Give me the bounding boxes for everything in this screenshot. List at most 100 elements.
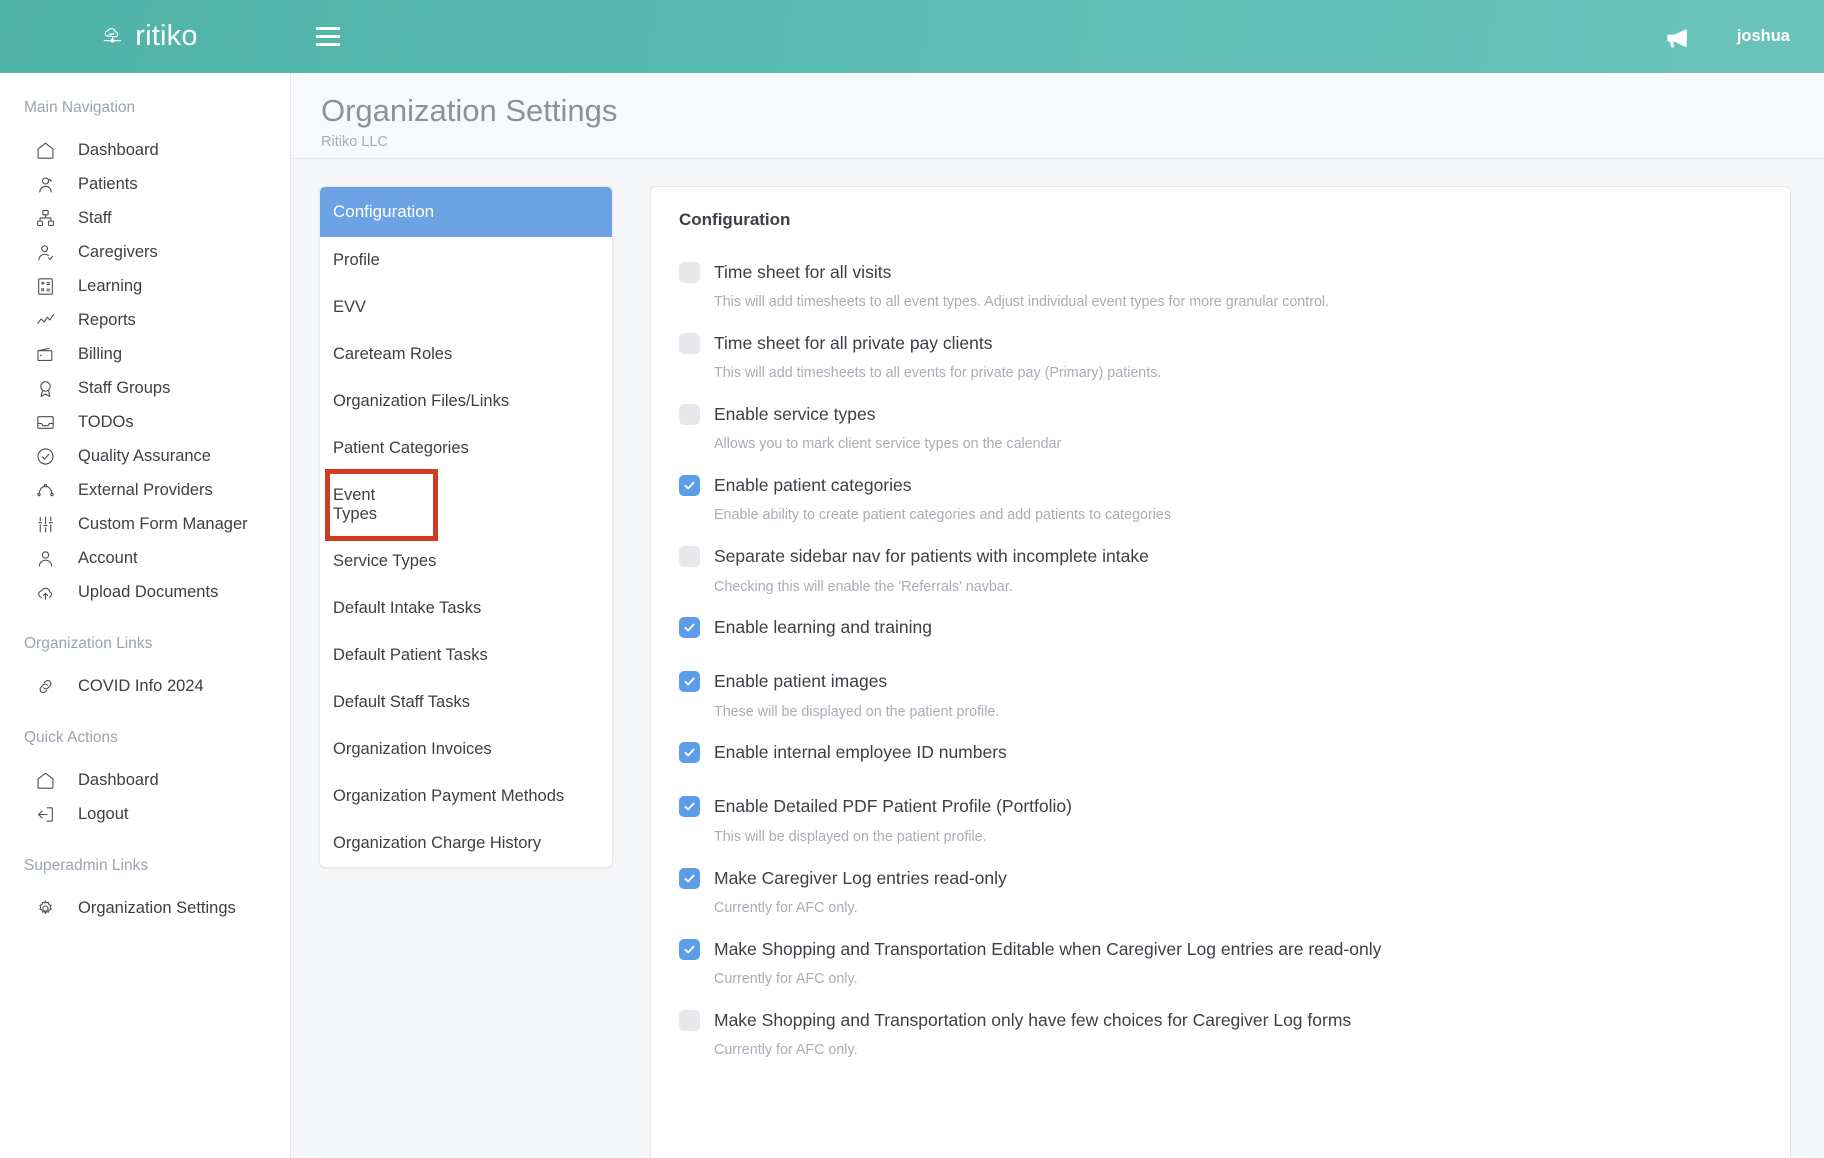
settings-nav-item-careteam-roles[interactable]: Careteam Roles (320, 331, 612, 378)
user-icon (34, 547, 56, 569)
checkbox-enable-detailed-pdf-patient-profile-portfolio[interactable] (679, 796, 700, 818)
checkbox-enable-service-types[interactable] (679, 403, 700, 425)
top-header-bar: ritiko joshua (0, 0, 1824, 73)
sidebar-item-caregivers[interactable]: Caregivers (0, 235, 290, 269)
settings-nav-item-organization-charge-history[interactable]: Organization Charge History (320, 820, 612, 867)
sidebar-item-reports[interactable]: Reports (0, 303, 290, 337)
sidebar-item-billing[interactable]: Billing (0, 337, 290, 371)
sidebar-item-upload-documents[interactable]: Upload Documents (0, 575, 290, 609)
sidebar-item-label: Dashboard (78, 770, 159, 789)
sidebar-item-organization-settings[interactable]: Organization Settings (0, 891, 290, 925)
config-option-description: Currently for AFC only. (714, 1042, 858, 1059)
config-option-row-make-shopping-and-transportation-only-have-few-c[interactable]: Make Shopping and Transportation only ha… (679, 1005, 1762, 1035)
sidebar-section-heading: Quick Actions (24, 729, 118, 746)
settings-nav-item-evv[interactable]: EVV (320, 284, 612, 331)
settings-nav-item-label: Default Staff Tasks (333, 693, 470, 711)
brand-logo-area[interactable]: ritiko (0, 0, 291, 73)
config-option-description: Enable ability to create patient categor… (714, 507, 1172, 524)
settings-nav-item-patient-categories[interactable]: Patient Categories (320, 425, 612, 472)
sidebar-item-learning[interactable]: Learning (0, 269, 290, 303)
settings-nav-item-label: Default Intake Tasks (333, 599, 482, 617)
patients-icon (34, 173, 56, 195)
check-circle-icon (34, 445, 56, 467)
checkbox-enable-internal-employee-id-numbers[interactable] (679, 742, 700, 764)
sidebar-item-staff-groups[interactable]: Staff Groups (0, 371, 290, 405)
settings-nav-item-organization-payment-methods[interactable]: Organization Payment Methods (320, 773, 612, 820)
sidebar-item-patients[interactable]: Patients (0, 167, 290, 201)
config-option-row-enable-learning-and-training[interactable]: Enable learning and training (679, 613, 1762, 643)
sidebar-item-dashboard[interactable]: Dashboard (0, 763, 290, 797)
config-option-label: Enable patient images (714, 671, 888, 692)
config-option-row-enable-patient-images[interactable]: Enable patient images (679, 667, 1762, 697)
megaphone-icon[interactable] (1664, 25, 1691, 49)
page-subtitle: Ritiko LLC (321, 133, 388, 150)
config-option-row-separate-sidebar-nav-for-patients-with-incomplet[interactable]: Separate sidebar nav for patients with i… (679, 542, 1762, 572)
sidebar-item-quality-assurance[interactable]: Quality Assurance (0, 439, 290, 473)
config-option-row-time-sheet-for-all-visits[interactable]: Time sheet for all visits (679, 257, 1762, 287)
settings-nav-item-organization-invoices[interactable]: Organization Invoices (320, 726, 612, 773)
link-icon (34, 675, 56, 697)
config-option-description: Checking this will enable the 'Referrals… (714, 578, 1013, 595)
inbox-icon (34, 411, 56, 433)
hamburger-menu-icon[interactable] (316, 24, 342, 50)
home-icon (34, 769, 56, 791)
checkbox-separate-sidebar-nav-for-patients-with-incomplet[interactable] (679, 546, 700, 568)
settings-nav-item-default-staff-tasks[interactable]: Default Staff Tasks (320, 679, 612, 726)
checkbox-make-shopping-and-transportation-only-have-few-c[interactable] (679, 1009, 700, 1031)
config-option-row-make-shopping-and-transportation-editable-when-c[interactable]: Make Shopping and Transportation Editabl… (679, 934, 1762, 964)
sidebar-item-custom-form-manager[interactable]: Custom Form Manager (0, 507, 290, 541)
config-option-row-enable-service-types[interactable]: Enable service types (679, 399, 1762, 429)
settings-nav-item-default-intake-tasks[interactable]: Default Intake Tasks (320, 585, 612, 632)
sidebar-section-heading: Main Navigation (24, 99, 136, 116)
brand-name: ritiko (135, 20, 198, 52)
settings-nav-item-label: Service Types (333, 552, 437, 570)
config-option-description: This will add timesheets to all event ty… (714, 294, 1330, 310)
config-option-description: Currently for AFC only. (714, 900, 858, 917)
checkbox-enable-patient-images[interactable] (679, 671, 700, 693)
settings-nav-item-organization-files-links[interactable]: Organization Files/Links (320, 378, 612, 425)
sidebar-item-covid-info-2024[interactable]: COVID Info 2024 (0, 669, 290, 703)
settings-nav-item-label: EVV (333, 298, 367, 316)
settings-nav-item-event-types[interactable]: Event Types (325, 469, 438, 541)
config-option: Make Caregiver Log entries read-only Curr… (679, 863, 1762, 934)
checkbox-time-sheet-for-all-visits[interactable] (679, 261, 700, 283)
settings-nav-item-profile[interactable]: Profile (320, 237, 612, 284)
settings-nav-item-service-types[interactable]: Service Types (320, 538, 612, 585)
settings-content: Configuration Profile EVV Careteam Roles Or… (291, 159, 1824, 1158)
checkbox-make-shopping-and-transportation-editable-when-c[interactable] (679, 938, 700, 960)
config-option-row-enable-patient-categories[interactable]: Enable patient categories (679, 470, 1762, 500)
config-option: Time sheet for all visits This will add t… (679, 257, 1762, 328)
config-option: Separate sidebar nav for patients with i… (679, 542, 1762, 613)
settings-nav-item-default-patient-tasks[interactable]: Default Patient Tasks (320, 632, 612, 679)
config-option: Make Shopping and Transportation Editabl… (679, 934, 1762, 1005)
checkbox-time-sheet-for-all-private-pay-clients[interactable] (679, 332, 700, 354)
network-nodes-icon (34, 479, 56, 501)
sidebar-item-logout[interactable]: Logout (0, 797, 290, 831)
settings-nav-item-label: Organization Payment Methods (333, 787, 565, 805)
checkbox-enable-patient-categories[interactable] (679, 474, 700, 496)
checkbox-make-caregiver-log-entries-read-only[interactable] (679, 867, 700, 889)
user-check-icon (34, 241, 56, 263)
config-option-label: Time sheet for all visits (714, 261, 892, 282)
config-option: Enable learning and training (679, 613, 1762, 667)
config-option-row-time-sheet-for-all-private-pay-clients[interactable]: Time sheet for all private pay clients (679, 328, 1762, 358)
sidebar-item-account[interactable]: Account (0, 541, 290, 575)
sidebar-item-external-providers[interactable]: External Providers (0, 473, 290, 507)
checkbox-enable-learning-and-training[interactable] (679, 617, 700, 639)
sidebar-item-label: Staff (78, 208, 112, 227)
settings-nav-item-label: Organization Invoices (333, 740, 492, 758)
config-option-row-enable-internal-employee-id-numbers[interactable]: Enable internal employee ID numbers (679, 738, 1762, 768)
config-option-row-enable-detailed-pdf-patient-profile-portfolio[interactable]: Enable Detailed PDF Patient Profile (Por… (679, 792, 1762, 822)
config-option: Make Shopping and Transportation only ha… (679, 1005, 1762, 1076)
username-label[interactable]: joshua (1737, 27, 1790, 46)
sliders-icon (34, 513, 56, 535)
sidebar-item-todos[interactable]: TODOs (0, 405, 290, 439)
sidebar-item-dashboard[interactable]: Dashboard (0, 133, 290, 167)
config-option-label: Enable Detailed PDF Patient Profile (Por… (714, 796, 1072, 817)
config-option-label: Enable learning and training (714, 617, 932, 638)
wallet-icon (34, 343, 56, 365)
page-title: Organization Settings (321, 93, 618, 128)
config-option-row-make-caregiver-log-entries-read-only[interactable]: Make Caregiver Log entries read-only (679, 863, 1762, 893)
sidebar-item-staff[interactable]: Staff (0, 201, 290, 235)
gear-icon (34, 897, 56, 919)
